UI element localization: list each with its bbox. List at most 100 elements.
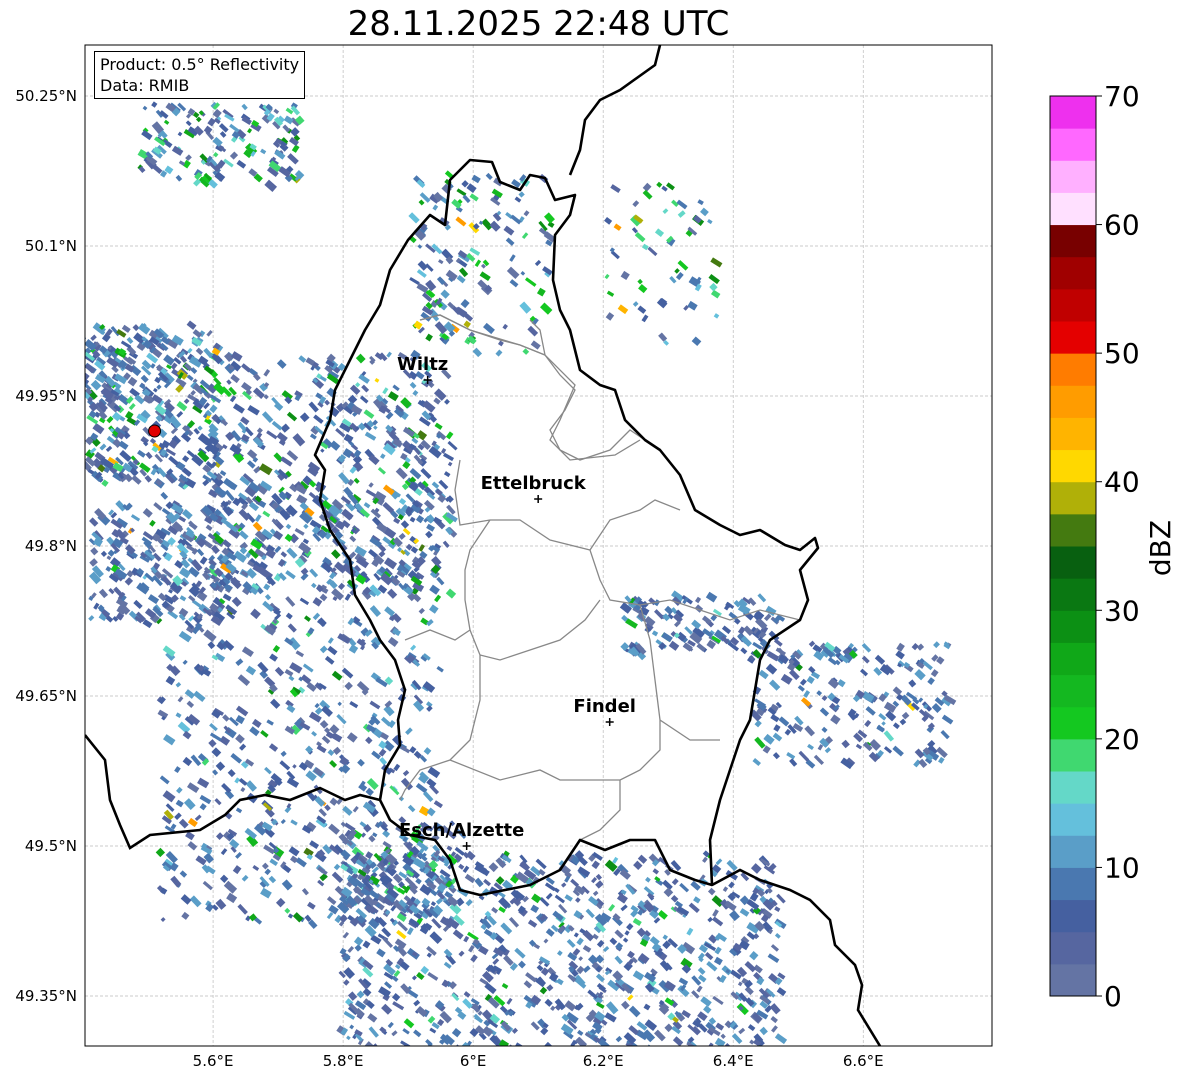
echo-cell (324, 399, 331, 406)
echo-cell (235, 807, 243, 814)
echo-cell (497, 340, 504, 347)
echo-cell (535, 858, 547, 870)
echo-cell (365, 736, 373, 745)
echo-cell (426, 705, 433, 712)
echo-cell (657, 910, 668, 920)
echo-cell (640, 1053, 646, 1058)
echo-cell (209, 404, 218, 413)
echo-cell (364, 431, 377, 441)
echo-cell (545, 928, 555, 937)
echo-cell (286, 450, 299, 462)
echo-cell (914, 669, 926, 681)
echo-cell (645, 1047, 657, 1058)
echo-cell (376, 1066, 387, 1076)
echo-cell (185, 120, 192, 127)
echo-cell (89, 558, 98, 567)
echo-cell (235, 852, 242, 859)
echo-cell (403, 1048, 408, 1053)
echo-cell (799, 678, 807, 686)
echo-cell (105, 445, 113, 453)
colorbar-segment (1050, 610, 1096, 643)
echo-cell (219, 874, 229, 883)
echo-cell (440, 448, 447, 454)
echo-cell (539, 302, 553, 315)
colorbar: 0 10 20 30 40 50 60 70 (1049, 80, 1140, 1013)
echo-cell (415, 1047, 421, 1053)
colorbar-tick-label: 10 (1104, 851, 1140, 884)
echo-cell (509, 279, 519, 288)
echo-cell (652, 868, 659, 875)
echo-cell (192, 329, 203, 338)
echo-cell (264, 594, 272, 601)
echo-cell (85, 370, 90, 382)
echo-cell (263, 369, 271, 377)
echo-cell (489, 220, 501, 232)
echo-cell (715, 1022, 725, 1031)
echo-cell (700, 207, 709, 217)
echo-cell (409, 468, 422, 480)
echo-cell (347, 945, 355, 953)
echo-cell (758, 669, 769, 680)
echo-cell (892, 686, 903, 696)
echo-cell (519, 301, 532, 314)
echo-cell (308, 711, 322, 723)
echo-cell (299, 412, 310, 423)
echo-cell (241, 103, 248, 111)
echo-cell (252, 521, 263, 532)
echo-cell (511, 1057, 520, 1067)
echo-cell (314, 707, 323, 715)
echo-cell (478, 220, 484, 225)
echo-cell (186, 449, 196, 459)
echo-cell (355, 353, 366, 364)
echo-cell (430, 901, 437, 907)
echo-cell (356, 638, 367, 648)
echo-cell (183, 798, 196, 811)
echo-cell (774, 933, 781, 939)
echo-cell (518, 191, 525, 198)
lat-tick-label: 50.1°N (25, 237, 77, 255)
echo-cell (174, 812, 182, 820)
echo-cell (238, 530, 249, 540)
echo-cell (638, 1047, 644, 1053)
echo-cell (821, 726, 828, 733)
echo-cell (506, 997, 513, 1005)
echo-cell (474, 259, 482, 268)
echo-cell (239, 743, 247, 751)
echo-cell (175, 682, 182, 688)
echo-cell (709, 282, 718, 292)
echo-cell (651, 630, 659, 637)
echo-cell (901, 711, 910, 720)
echo-cell (566, 1068, 577, 1077)
echo-cell (544, 998, 553, 1007)
echo-cell (353, 936, 364, 946)
echo-cell (275, 897, 286, 908)
echo-cell (387, 391, 399, 402)
echo-cell (229, 151, 239, 160)
echo-cell (261, 411, 274, 424)
echo-cell (620, 270, 630, 281)
echo-cell (160, 491, 169, 500)
echo-cell (434, 594, 442, 603)
echo-cell (532, 1046, 542, 1056)
echo-cell (416, 1049, 424, 1057)
echo-cell (425, 530, 433, 539)
echo-cell (749, 1039, 755, 1045)
echo-cell (444, 1065, 450, 1070)
echo-cell (746, 899, 760, 911)
echo-cell (349, 701, 359, 709)
echo-cell (469, 193, 479, 202)
echo-cell (443, 961, 452, 969)
echo-cell (738, 1027, 746, 1035)
echo-cell (411, 1047, 422, 1058)
echo-cell (159, 775, 170, 785)
echo-cell (411, 975, 417, 981)
echo-cell (283, 115, 294, 125)
echo-cell (770, 1015, 778, 1024)
echo-cell (106, 416, 114, 424)
echo-cell (495, 349, 503, 357)
echo-cell (185, 154, 192, 162)
echo-cell (637, 305, 647, 314)
echo-cell (774, 906, 781, 912)
echo-cell (881, 721, 886, 726)
colorbar-segment (1050, 835, 1096, 868)
